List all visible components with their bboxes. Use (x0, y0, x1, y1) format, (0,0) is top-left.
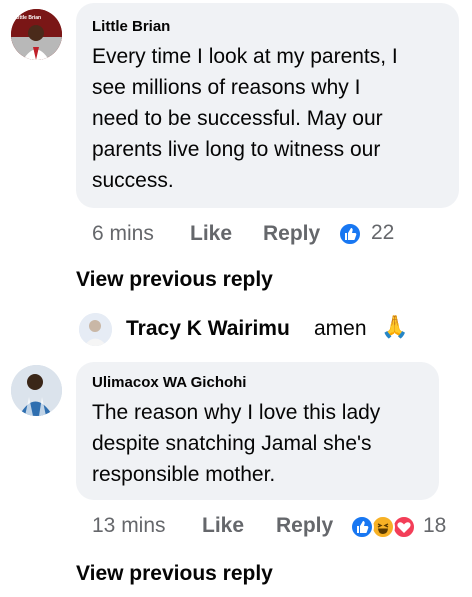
comment-author[interactable]: Ulimacox WA Gichohi (92, 374, 246, 391)
reply-author[interactable]: Tracy K Wairimu (126, 317, 290, 341)
comment-author[interactable]: Little Brian (92, 18, 170, 35)
reaction-count: 22 (371, 221, 395, 244)
comment-text-line: despite snatching Jamal she's (92, 432, 372, 455)
avatar-caption: Little Brian (15, 15, 42, 21)
comment-text-line: need to be successful. May our (92, 107, 383, 130)
comment-text: Every time I look at my parents, I see m… (92, 41, 452, 196)
comment-text-line: see millions of reasons why I (92, 76, 361, 99)
reactions-button[interactable]: 22 (338, 221, 408, 247)
comment-text-line: Every time I look at my parents, I (92, 45, 398, 68)
like-icon (350, 515, 374, 539)
comment-text-line: parents live long to witness our (92, 138, 381, 161)
comment-text-line: The reason why I love this lady (92, 401, 381, 424)
comment-avatar-little-brian[interactable]: Little Brian (11, 9, 62, 60)
like-icon (338, 222, 362, 246)
reply-avatar[interactable] (79, 313, 112, 346)
comment-text-line: responsible mother. (92, 463, 276, 486)
view-previous-reply-link[interactable]: View previous reply (76, 268, 273, 292)
comment-text-line: success. (92, 169, 174, 192)
comment-avatar-ulimacox[interactable] (11, 365, 62, 416)
reply-text: amen (314, 317, 367, 340)
reaction-count: 18 (423, 514, 447, 537)
folded-hands-emoji-icon: 🙏 (381, 314, 409, 339)
comment-text: The reason why I love this lady despite … (92, 397, 432, 490)
haha-icon (371, 515, 395, 539)
like-button[interactable]: Like (190, 222, 232, 246)
reactions-button[interactable]: 18 (350, 513, 450, 541)
reply-button[interactable]: Reply (263, 222, 320, 246)
reply-button[interactable]: Reply (276, 514, 333, 538)
like-button[interactable]: Like (202, 514, 244, 538)
love-icon (392, 515, 416, 539)
view-previous-reply-link[interactable]: View previous reply (76, 562, 273, 586)
comment-timestamp: 13 mins (92, 514, 166, 537)
comment-timestamp: 6 mins (92, 222, 154, 245)
